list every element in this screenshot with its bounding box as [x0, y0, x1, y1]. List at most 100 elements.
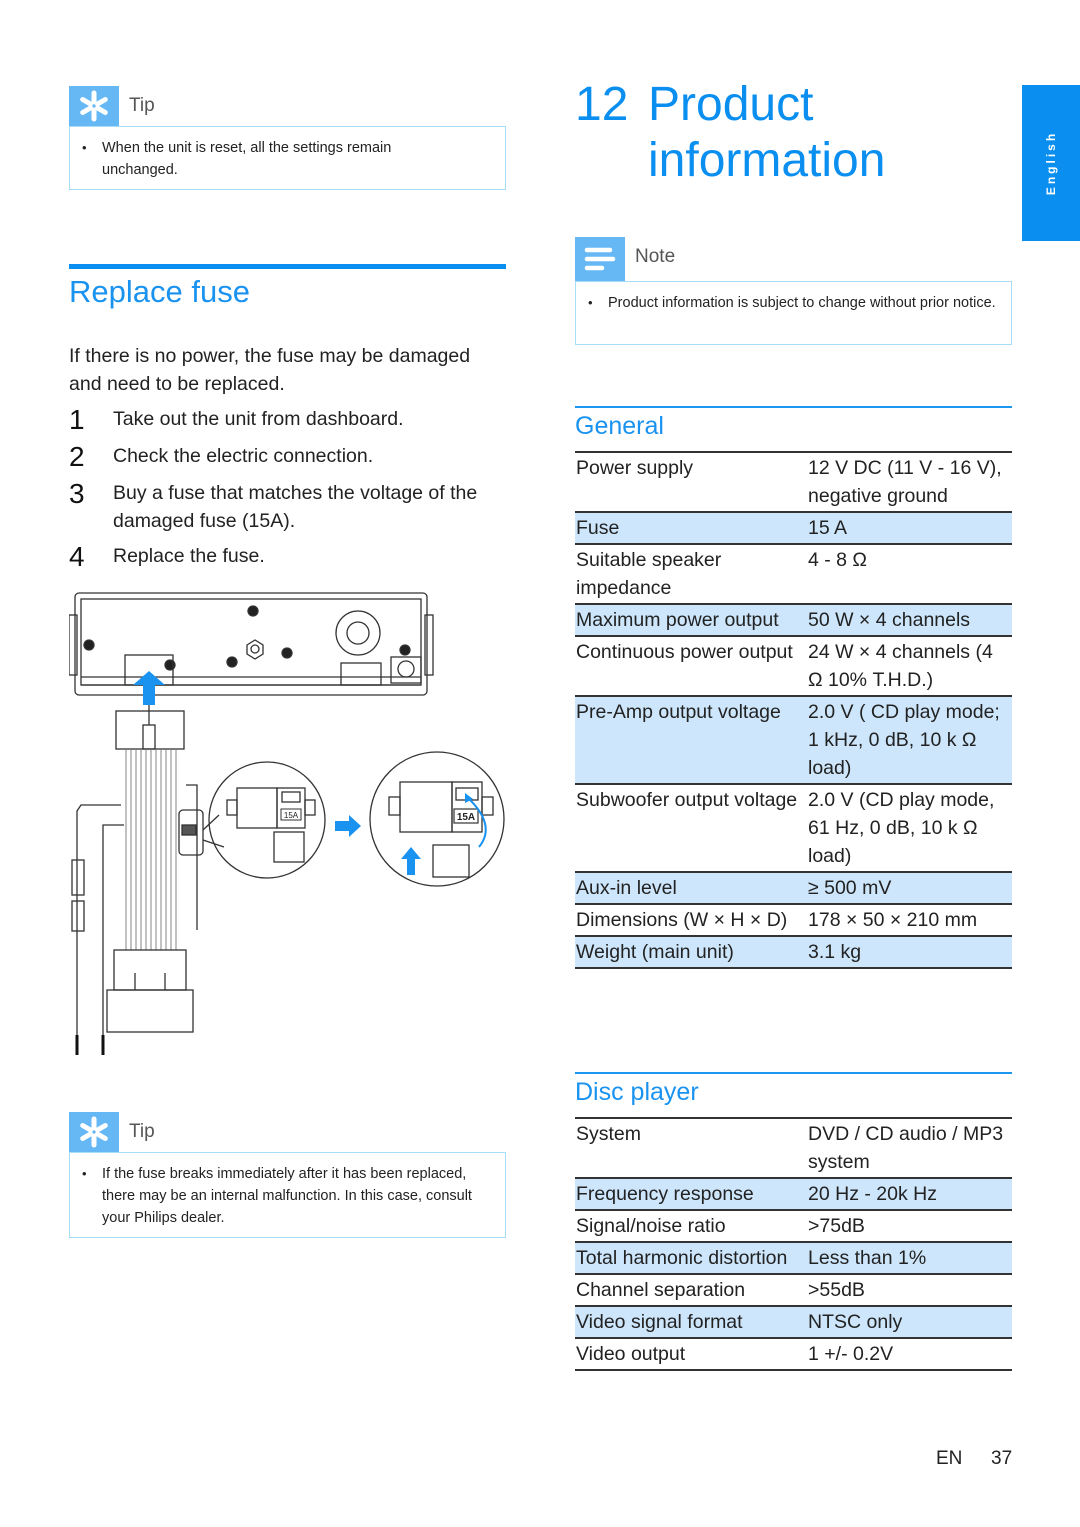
spec-key: Continuous power output [576, 641, 793, 663]
spec-row: Suitable speaker impedance 4 - 8 Ω [575, 543, 1012, 603]
spec-value: 15 A [808, 517, 848, 539]
spec-row: Video output 1 +/- 0.2V [575, 1337, 1012, 1371]
spec-row: Aux-in level ≥ 500 mV [575, 871, 1012, 903]
spec-key: Total harmonic distortion [576, 1247, 788, 1269]
spec-key: Aux-in level [576, 877, 677, 899]
chapter-title-line-2: information [648, 134, 886, 187]
spec-row: Video signal format NTSC only [575, 1305, 1012, 1337]
spec-key: Video output [576, 1343, 686, 1365]
spec-key: Subwoofer output voltage [576, 789, 798, 811]
spec-value: 3.1 kg [808, 941, 862, 963]
spec-row: Power supply 12 V DC (11 V - 16 V), negat… [575, 451, 1012, 511]
section-rule [69, 264, 506, 269]
spec-key: Suitable speaker impedance [576, 549, 722, 599]
tip-callout-top: Tip • When the unit is reset, all the se… [69, 86, 506, 190]
spec-value: 4 - 8 Ω [808, 549, 868, 571]
footer-page-number: 37 [991, 1448, 1013, 1469]
spec-key: System [576, 1123, 642, 1145]
spec-row: Frequency response 20 Hz - 20k Hz [575, 1177, 1012, 1209]
step-item: 4 Replace the fuse. [69, 542, 506, 572]
arrow-up-icon [133, 671, 165, 705]
spec-key: Signal/noise ratio [576, 1215, 726, 1237]
spec-value: 12 V DC (11 V - 16 V), negative ground [808, 457, 1002, 507]
spec-value: NTSC only [808, 1311, 903, 1333]
spec-row: Continuous power output 24 W × 4 channels… [575, 635, 1012, 695]
spec-value: 2.0 V (CD play mode, 61 Hz, 0 dB, 10 k Ω… [808, 789, 995, 867]
subsection-title-disc-player: Disc player [575, 1078, 699, 1106]
chapter-number: 12 [575, 78, 629, 131]
chapter-title-line-1: Product [648, 78, 814, 131]
spec-value: 20 Hz - 20k Hz [808, 1183, 937, 1205]
spec-value: 2.0 V ( CD play mode; 1 kHz, 0 dB, 10 k … [808, 701, 1000, 779]
steps-list: 1 Take out the unit from dashboard. 2 Ch… [69, 405, 506, 579]
step-number: 4 [69, 541, 85, 572]
spec-value: 178 × 50 × 210 mm [808, 909, 978, 931]
step-text: Check the electric connection. [113, 445, 374, 467]
spec-row: Channel separation >55dB [575, 1273, 1012, 1305]
tip-label: Tip [129, 95, 155, 116]
language-tab[interactable]: English [1022, 85, 1080, 241]
bullet: • [82, 140, 87, 155]
subsection-rule [575, 406, 1012, 408]
step-number: 2 [69, 441, 85, 472]
step-item: 3 Buy a fuse that matches the voltage of… [69, 479, 506, 535]
step-text: Replace the fuse. [113, 545, 265, 567]
spec-value: Less than 1% [808, 1247, 927, 1269]
spec-row: Subwoofer output voltage 2.0 V (CD play m… [575, 783, 1012, 871]
step-number: 1 [69, 404, 85, 435]
tip-text: If the fuse breaks immediately after it … [102, 1166, 472, 1226]
spec-key: Fuse [576, 517, 620, 539]
tip-label: Tip [129, 1121, 155, 1142]
subsection-title-general: General [575, 412, 664, 440]
tip-callout-bottom: Tip • If the fuse breaks immediately aft… [69, 1112, 506, 1238]
spec-row: Weight (main unit) 3.1 kg [575, 935, 1012, 969]
spec-key: Weight (main unit) [576, 941, 734, 963]
spec-key: Frequency response [576, 1183, 754, 1205]
subsection-rule [575, 1072, 1012, 1074]
spec-value: ≥ 500 mV [808, 877, 892, 899]
spec-value: 24 W × 4 channels (4 Ω 10% T.H.D.) [808, 641, 993, 691]
spec-row: Signal/noise ratio >75dB [575, 1209, 1012, 1241]
spec-value: 1 +/- 0.2V [808, 1343, 894, 1365]
spec-row: Maximum power output 50 W × 4 channels [575, 603, 1012, 635]
spec-key: Maximum power output [576, 609, 779, 631]
arrow-up-icon [401, 847, 421, 875]
asterisk-tip-icon [69, 1112, 119, 1152]
step-item: 1 Take out the unit from dashboard. [69, 405, 506, 435]
language-tab-label: English [1044, 130, 1058, 196]
bullet: • [588, 295, 593, 310]
spec-key: Channel separation [576, 1279, 746, 1301]
spec-key: Pre-Amp output voltage [576, 701, 781, 723]
spec-row: Dimensions (W × H × D) 178 × 50 × 210 mm [575, 903, 1012, 935]
step-item: 2 Check the electric connection. [69, 442, 506, 472]
note-label: Note [635, 246, 676, 267]
step-number: 3 [69, 478, 85, 509]
intro-paragraph: If there is no power, the fuse may be da… [69, 345, 471, 395]
spec-row: Total harmonic distortion Less than 1% [575, 1241, 1012, 1273]
bullet: • [82, 1166, 87, 1181]
arrow-right-icon [335, 815, 361, 837]
note-callout: Note • Product information is subject to… [575, 237, 1012, 345]
asterisk-tip-icon [69, 86, 119, 126]
spec-value: >75dB [808, 1215, 865, 1237]
disc-player-spec-table: System DVD / CD audio / MP3 system Frequen… [575, 1117, 1012, 1371]
note-text: Product information is subject to change… [608, 295, 996, 311]
step-text: Take out the unit from dashboard. [113, 408, 404, 430]
general-spec-table: Power supply 12 V DC (11 V - 16 V), negat… [575, 451, 1012, 969]
spec-row: System DVD / CD audio / MP3 system [575, 1117, 1012, 1177]
spec-key: Video signal format [576, 1311, 743, 1333]
section-title-replace-fuse: Replace fuse [69, 274, 250, 309]
spec-value: 50 W × 4 channels [808, 609, 971, 631]
spec-key: Power supply [576, 457, 694, 479]
fuse-rating-label: 15A [457, 812, 475, 823]
spec-row: Pre-Amp output voltage 2.0 V ( CD play mo… [575, 695, 1012, 783]
fuse-rating-label: 15A [284, 811, 299, 820]
spec-value: DVD / CD audio / MP3 system [808, 1123, 1004, 1173]
footer-language-code: EN [936, 1448, 963, 1469]
spec-value: >55dB [808, 1279, 865, 1301]
tip-text: When the unit is reset, all the settings… [102, 140, 392, 178]
note-lines-icon [575, 237, 625, 281]
spec-row: Fuse 15 A [575, 511, 1012, 543]
spec-key: Dimensions (W × H × D) [576, 909, 788, 931]
step-text: Buy a fuse that matches the voltage of t… [113, 482, 478, 532]
